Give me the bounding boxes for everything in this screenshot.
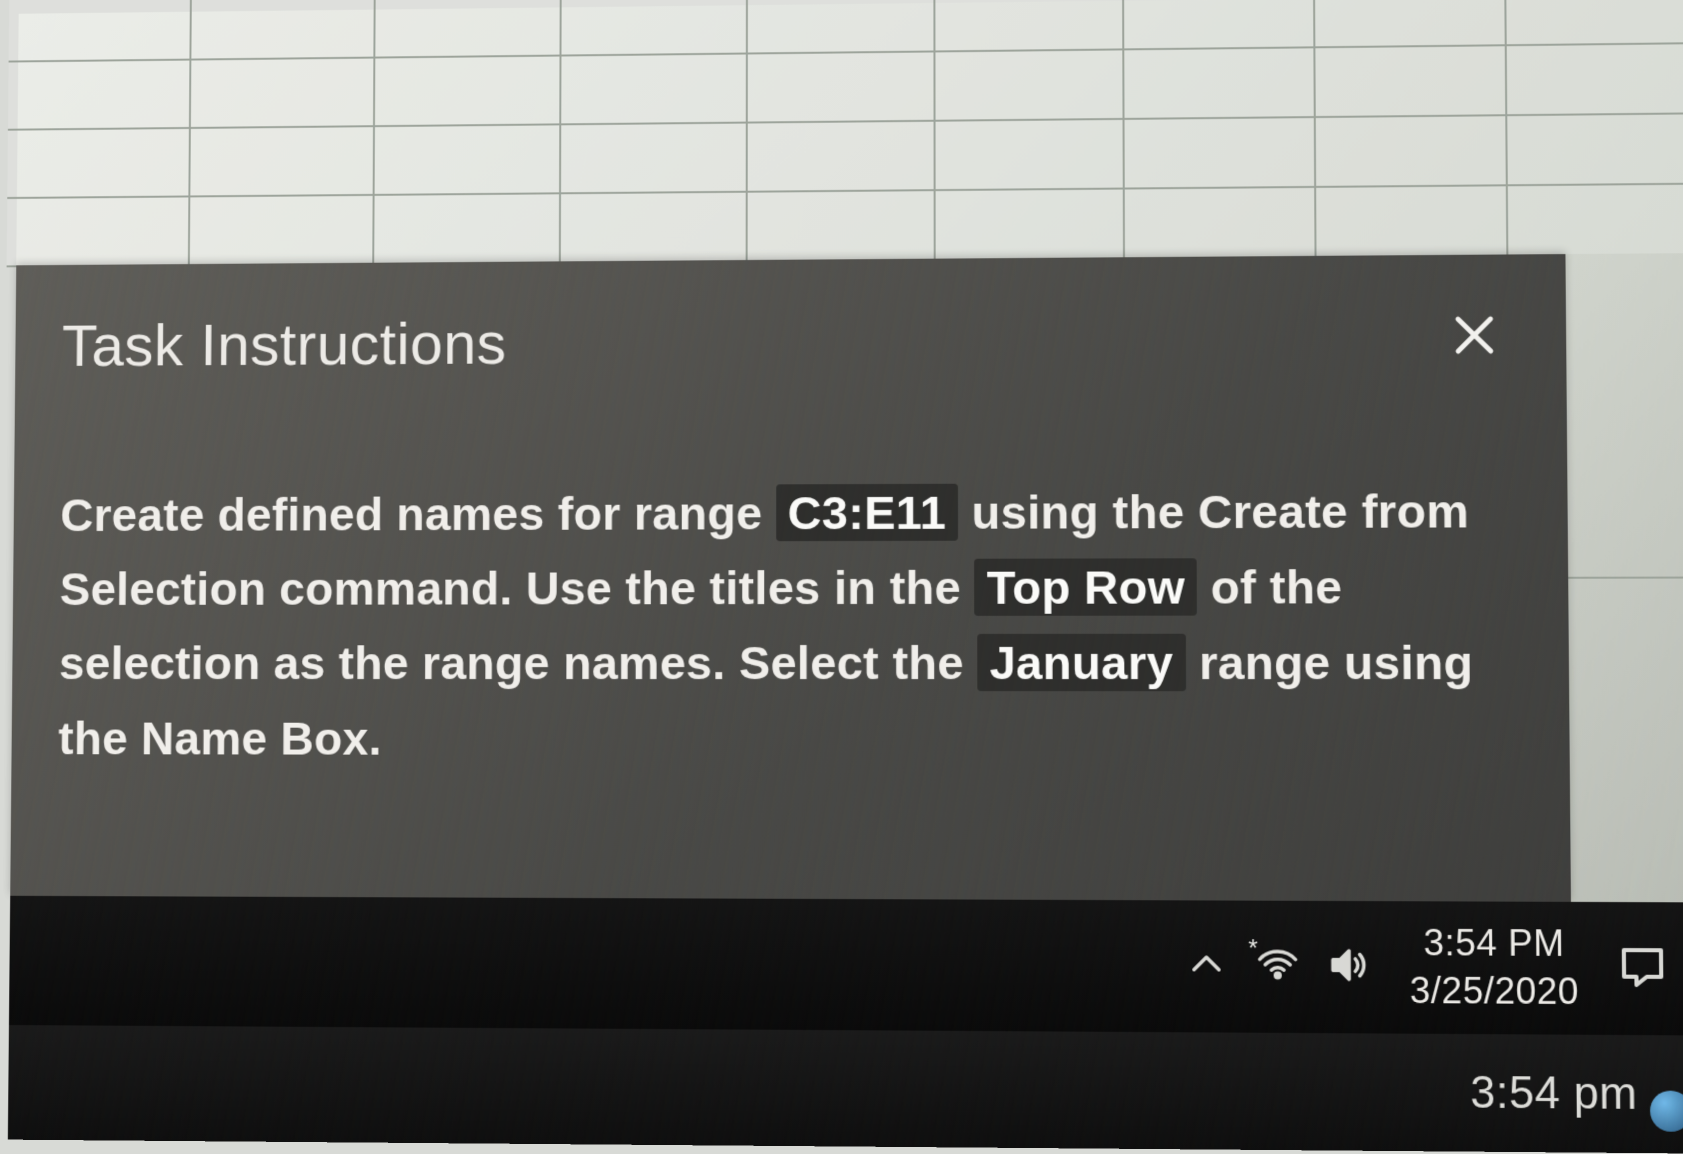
spreadsheet-background	[16, 0, 1683, 287]
grid-cell[interactable]	[936, 50, 1125, 121]
grid-cell[interactable]	[1125, 118, 1316, 189]
panel-title: Task Instructions	[62, 303, 1526, 380]
grid-cell[interactable]	[7, 129, 191, 199]
notification-icon	[1618, 941, 1668, 995]
grid-cell[interactable]	[7, 197, 191, 267]
show-hidden-icons-button[interactable]	[1185, 945, 1228, 988]
instruction-segment: Create defined names for range	[60, 486, 776, 541]
grid-cell[interactable]	[1316, 186, 1508, 258]
grid-cell[interactable]	[8, 61, 192, 131]
grid-cell[interactable]	[1125, 48, 1316, 120]
volume-button[interactable]	[1328, 946, 1371, 989]
grid-cell[interactable]	[748, 0, 936, 54]
grid-cell[interactable]	[748, 191, 936, 262]
highlight-range: C3:E11	[776, 484, 958, 541]
task-instructions-panel: Task Instructions Create defined names f…	[10, 254, 1571, 902]
chevron-up-icon	[1185, 942, 1228, 990]
spreadsheet-grid[interactable]	[7, 0, 1683, 267]
taskbar-date: 3/25/2020	[1410, 967, 1579, 1016]
grid-cell[interactable]	[560, 193, 747, 264]
grid-cell[interactable]	[1125, 188, 1316, 259]
windows-taskbar[interactable]: * 3:54 PM 3/25/2020	[9, 896, 1683, 1036]
grid-cell[interactable]	[1315, 46, 1507, 118]
grid-cell[interactable]	[561, 0, 748, 57]
grid-cell[interactable]	[1508, 185, 1683, 257]
highlight-january: January	[977, 634, 1185, 691]
grid-cell[interactable]	[936, 190, 1126, 261]
orb-icon[interactable]	[1650, 1090, 1683, 1131]
speaker-icon	[1328, 943, 1371, 991]
instructions-text: Create defined names for range C3:E11 us…	[58, 473, 1527, 778]
grid-cell[interactable]	[561, 54, 748, 125]
asterisk-badge-icon: *	[1248, 935, 1258, 963]
grid-cell[interactable]	[561, 124, 748, 195]
close-icon	[1450, 310, 1499, 364]
grid-cell[interactable]	[375, 125, 561, 196]
grid-cell[interactable]	[1315, 0, 1507, 48]
grid-cell[interactable]	[748, 122, 936, 193]
grid-cell[interactable]	[375, 194, 561, 264]
taskbar-time: 3:54 PM	[1423, 920, 1565, 968]
grid-cell[interactable]	[935, 0, 1124, 52]
grid-cell[interactable]	[191, 59, 376, 129]
grid-cell[interactable]	[1507, 114, 1683, 186]
grid-cell[interactable]	[376, 0, 562, 59]
grid-cell[interactable]	[1507, 44, 1683, 116]
grid-cell[interactable]	[190, 196, 375, 266]
grid-cell[interactable]	[1124, 0, 1315, 50]
highlight-toprow: Top Row	[974, 558, 1197, 616]
grid-cell[interactable]	[1315, 116, 1507, 188]
grid-cell[interactable]	[192, 0, 377, 61]
grid-cell[interactable]	[936, 120, 1125, 191]
grid-cell[interactable]	[191, 127, 376, 197]
wifi-icon	[1257, 943, 1300, 991]
wifi-button[interactable]: *	[1257, 945, 1300, 988]
grid-cell[interactable]	[9, 0, 193, 63]
grid-cell[interactable]	[375, 57, 561, 128]
taskbar-clock[interactable]: 3:54 PM 3/25/2020	[1399, 920, 1589, 1016]
close-button[interactable]	[1444, 307, 1506, 368]
action-center-button[interactable]	[1618, 944, 1668, 993]
grid-cell[interactable]	[748, 52, 936, 123]
spreadsheet-right-edge	[1565, 253, 1683, 902]
secondary-bottom-bar: 3:54 pm	[8, 1025, 1683, 1154]
grid-cell[interactable]	[1506, 0, 1683, 46]
secondary-time: 3:54 pm	[1470, 1067, 1638, 1119]
